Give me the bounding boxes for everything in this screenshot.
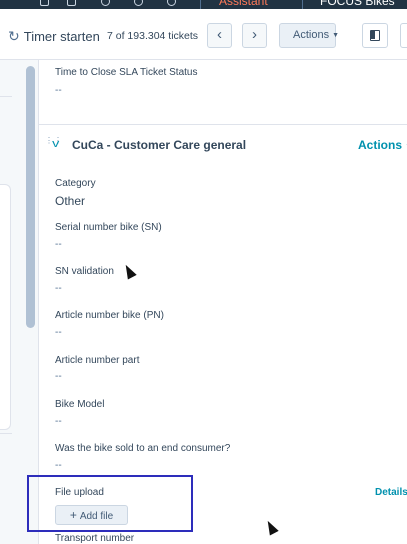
nav-divider <box>200 0 201 9</box>
field-label-sn-validation: SN validation <box>55 266 114 277</box>
field-label-bike-model: Bike Model <box>55 399 105 410</box>
field-value-bike-model[interactable]: -- <box>55 416 62 427</box>
chevron-right-icon: › <box>252 26 257 43</box>
field-value-category[interactable]: Other <box>55 194 85 208</box>
file-upload-details-link[interactable]: Details <box>375 487 407 498</box>
left-summary-card <box>0 184 11 430</box>
sidebar-divider <box>0 96 12 97</box>
field-label-sold-to-consumer: Was the bike sold to an end consumer? <box>55 443 231 454</box>
scrollbar-thumb[interactable] <box>26 66 35 328</box>
assistant-button[interactable]: Assistant <box>219 0 268 8</box>
account-menu[interactable]: FOCUS Bikes <box>320 0 395 8</box>
actions-label: Actions <box>293 29 330 41</box>
timer-icon: ↻ <box>8 28 20 44</box>
chevron-down-icon[interactable]: v <box>52 138 59 150</box>
section-actions-label: Actions <box>358 138 403 152</box>
marketplace-icon[interactable] <box>67 0 76 6</box>
timer-label: Timer starten <box>23 29 100 44</box>
field-value-sold-to-consumer[interactable]: -- <box>55 460 62 471</box>
drag-handle-icon[interactable]: ⋮⋮ <box>45 137 62 153</box>
notifications-icon[interactable] <box>167 0 176 6</box>
caret-down-icon: ▼ <box>332 32 340 39</box>
chevron-left-icon: ‹ <box>217 26 222 43</box>
help-icon[interactable] <box>101 0 110 6</box>
section-actions-button[interactable]: Actions▼ <box>358 138 407 152</box>
field-value-serial-number[interactable]: -- <box>55 239 62 250</box>
previous-ticket-button[interactable]: ‹ <box>207 23 232 48</box>
field-value-article-number-bike[interactable]: -- <box>55 327 62 338</box>
highlight-box <box>27 475 193 532</box>
field-label-transport-number: Transport number <box>55 533 135 544</box>
field-value[interactable]: -- <box>55 85 62 96</box>
section-divider <box>39 124 407 125</box>
sidebar-layout-icon <box>370 30 380 41</box>
field-label: Time to Close SLA Ticket Status <box>55 67 198 78</box>
section-title[interactable]: CuCa - Customer Care general <box>72 138 246 152</box>
search-icon[interactable] <box>40 0 49 6</box>
field-label-serial-number: Serial number bike (SN) <box>55 222 162 233</box>
global-nav-bar: Assistant FOCUS Bikes <box>0 0 407 9</box>
settings-icon[interactable] <box>134 0 143 6</box>
next-ticket-button[interactable]: › <box>242 23 267 48</box>
field-label-article-number-bike: Article number bike (PN) <box>55 310 164 321</box>
toggle-sidebar-button[interactable] <box>362 23 388 48</box>
toolbar-actions-button[interactable]: Actions ▼ <box>279 23 340 48</box>
ticket-counter: 7 of 193.304 tickets <box>107 30 199 42</box>
overflow-button[interactable] <box>400 23 407 48</box>
account-label: FOCUS Bikes <box>320 0 395 8</box>
field-value-article-number-part[interactable]: -- <box>55 371 62 382</box>
properties-panel: Time to Close SLA Ticket Status -- ⋮⋮ v … <box>39 60 407 544</box>
field-label-article-number-part: Article number part <box>55 355 140 366</box>
field-value-sn-validation[interactable]: -- <box>55 283 62 294</box>
sidebar-divider <box>0 433 12 434</box>
record-toolbar: ↻ Timer starten 7 of 193.304 tickets ‹ › … <box>0 9 407 60</box>
timer-start-button[interactable]: ↻ Timer starten <box>8 28 100 45</box>
assistant-label: Assistant <box>219 0 268 8</box>
field-label-category: Category <box>55 178 96 189</box>
nav-divider <box>302 0 303 9</box>
